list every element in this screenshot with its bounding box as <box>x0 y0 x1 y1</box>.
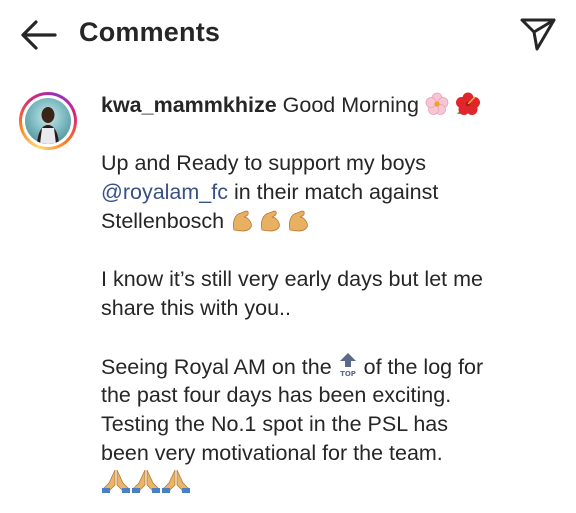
comment-line-text: of the log for <box>363 355 484 379</box>
page-title: Comments <box>79 17 221 47</box>
top-icon-label: TOP <box>340 370 356 378</box>
avatar[interactable] <box>19 92 77 150</box>
comments-header: Comments <box>0 0 576 70</box>
back-arrow-icon[interactable] <box>18 18 58 52</box>
comment-line: share this with you.. <box>101 296 292 320</box>
cherry-blossom-icon <box>425 92 449 124</box>
comment-line-text: Stellenbosch <box>101 209 225 233</box>
comment-line: Stellenbosch <box>101 207 561 236</box>
avatar-figure-icon <box>37 107 59 144</box>
comment-line-text: Seeing Royal AM on the <box>101 355 332 379</box>
comment-line: Seeing Royal AM on the TOP of the log fo… <box>101 352 561 381</box>
comment-username[interactable]: kwa_mammkhize <box>101 93 277 117</box>
comment-line <box>101 468 561 497</box>
comment-line: Up and Ready to support my boys <box>101 151 427 175</box>
avatar-photo <box>25 98 71 144</box>
avatar-ring-gap <box>22 95 74 147</box>
comment-line: @royalam_fc in their match against <box>101 178 561 207</box>
share-send-icon[interactable] <box>518 16 558 52</box>
comment-body: kwa_mammkhize Good Morning Up and Ready … <box>101 91 561 497</box>
comment-first-line: kwa_mammkhize Good Morning <box>101 91 561 120</box>
comment-line: I know it’s still very early days but le… <box>101 267 483 291</box>
mention-link[interactable]: @royalam_fc <box>101 180 228 204</box>
comment-line: the past four days has been exciting. <box>101 383 452 407</box>
hibiscus-icon <box>455 92 481 124</box>
folded-hands-icon <box>101 469 191 501</box>
comment-line-text: in their match against <box>233 180 439 204</box>
comment-greeting: Good Morning <box>282 93 419 117</box>
comment-line: been very motivational for the team. <box>101 441 443 465</box>
comment-line: Testing the No.1 spot in the PSL has <box>101 412 449 436</box>
flexed-biceps-icon <box>230 208 314 240</box>
